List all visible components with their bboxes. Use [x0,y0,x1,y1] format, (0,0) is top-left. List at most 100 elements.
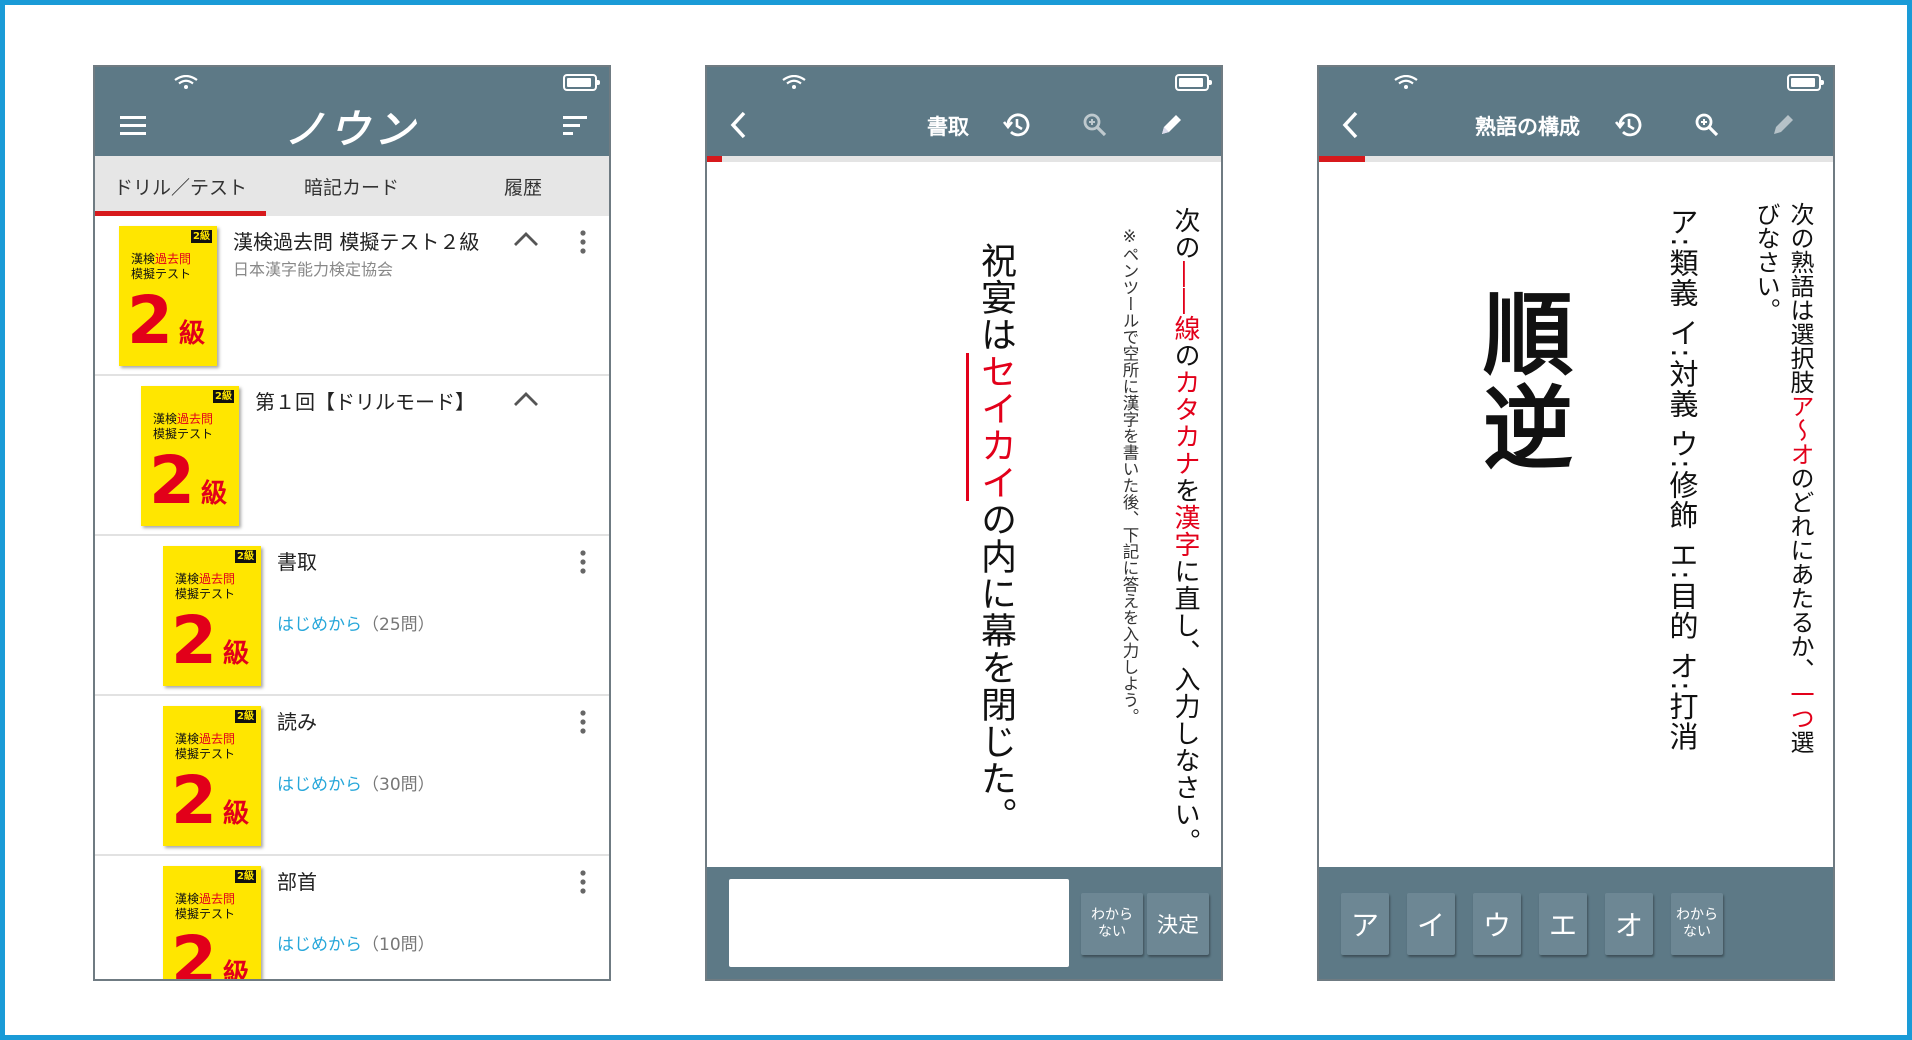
question-sentence: 祝宴はセイカイの内に幕を閉じた。 [966,242,1021,834]
app-header: 書取 [707,67,1221,156]
cover-badge: 2級 [191,230,212,243]
phone-writing-question: 書取 次の――線のカタカナを漢字に直し、入力しなさい。 ※ペンツールで空所に漢字… [705,65,1223,981]
cover-line1: 漢検過去問 [131,252,192,266]
tab-drill-test[interactable]: ドリル／テスト [95,156,266,216]
choice-o-button[interactable]: オ [1605,893,1653,955]
tab-label: ドリル／テスト [113,176,247,199]
more-vertical-icon[interactable] [573,868,593,898]
battery-icon [563,74,600,91]
cover-badge: 2級 [235,710,256,723]
more-vertical-icon[interactable] [573,228,593,258]
item-title: 読み [277,710,317,734]
choice-u-button[interactable]: ウ [1473,893,1521,955]
cover-line1: 漢検過去問 [153,412,214,426]
more-vertical-icon[interactable] [573,548,593,578]
dont-know-button[interactable]: わから ない [1671,893,1723,955]
cover-number: 2 [127,282,173,359]
history-icon[interactable] [1609,105,1649,145]
list-item[interactable]: 2級 漢検過去問 模擬テスト 2 級 漢検過去問 模擬テスト２級 日本漢字能力検… [95,216,609,376]
cover-number: 2 [171,602,217,679]
tab-label: 履歴 [503,176,542,199]
app-header: ノウン [95,67,609,156]
instruction-text: 次の――線のカタカナを漢字に直し、入力しなさい。 [1170,207,1200,855]
cover-badge: 2級 [235,870,256,883]
list-item[interactable]: 2級 漢検過去問 模擬テスト 2 級 第１回【ドリルモード】 [95,376,609,536]
tab-flashcards[interactable]: 暗記カード [266,156,437,216]
navbar: ノウン [95,95,609,156]
list-item[interactable]: 2級 漢検過去問 模擬テスト 2 級 部首 はじめから（10問） [95,856,609,979]
cover-line2: 模擬テスト [153,427,214,441]
chevron-up-icon[interactable] [511,388,541,410]
phone-compound-question: 熟語の構成 次の熟語は選択肢ア～オのどれにあたるか、一つ選 びなさい。 ア:類義 … [1317,65,1835,981]
choice-list: ア:類義 イ:対義 ウ:修飾 エ:目的 オ:打消 [1665,207,1699,752]
status-bar [707,67,1221,95]
wifi-icon [1394,75,1418,89]
tab-history[interactable]: 履歴 [437,156,609,216]
dont-know-button[interactable]: わから ない [1081,893,1143,955]
more-vertical-icon[interactable] [573,708,593,738]
list-item[interactable]: 2級 漢検過去問 模擬テスト 2 級 書取 はじめから（25問） [95,536,609,696]
tab-bar: ドリル／テスト 暗記カード 履歴 [95,156,609,216]
battery-icon [1787,74,1824,91]
target-word: 順逆 [1467,287,1572,475]
battery-icon [1175,74,1212,91]
sort-icon[interactable] [555,105,595,145]
book-cover-image: 2級 漢検過去問 模擬テスト 2 級 [141,386,239,526]
book-cover-image: 2級 漢検過去問 模擬テスト 2 級 [163,546,261,686]
choice-e-button[interactable]: エ [1539,893,1587,955]
chevron-up-icon[interactable] [511,228,541,250]
back-icon[interactable] [1331,105,1371,145]
cover-line2: 模擬テスト [175,587,236,601]
dont-know-label: わから ない [1676,907,1718,940]
cover-badge: 2級 [213,390,234,403]
cover-unit: 級 [223,959,250,979]
answer-input[interactable] [729,879,1069,967]
cover-unit: 級 [223,799,250,829]
choice-i-button[interactable]: イ [1407,893,1455,955]
cover-number: 2 [171,922,217,980]
item-title: 書取 [277,550,317,574]
navbar: 熟語の構成 [1319,95,1833,156]
app-header: 熟語の構成 [1319,67,1833,156]
book-cover-image: 2級 漢検過去問 模擬テスト 2 級 [119,226,217,366]
list-item[interactable]: 2級 漢検過去問 模擬テスト 2 級 読み はじめから（30問） [95,696,609,856]
cover-unit: 級 [223,639,250,669]
cover-line1: 漢検過去問 [175,732,236,746]
app-title: ノウン [284,106,420,153]
pen-icon[interactable] [1151,105,1191,145]
cover-line2: 模擬テスト [175,907,236,921]
cover-number: 2 [171,762,217,839]
progress-fill [707,156,723,162]
book-cover-image: 2級 漢検過去問 模擬テスト 2 級 [163,706,261,846]
tab-label: 暗記カード [303,176,399,199]
item-title: 第１回【ドリルモード】 [255,390,475,414]
cover-line1: 漢検過去問 [175,572,236,586]
back-icon[interactable] [719,105,759,145]
cover-unit: 級 [179,319,206,349]
phone-drill-list: ノウン ドリル／テスト 暗記カード 履歴 2級 漢検過去問 模擬テスト 2 級 … [93,65,611,981]
start-link[interactable]: はじめから（30問） [277,770,435,795]
item-subtitle: 日本漢字能力検定協会 [233,260,394,279]
pen-tool-note: ※ペンツールで空所に漢字を書いた後、下記に答えを入力しよう。 [1120,227,1139,725]
question-progress [1319,156,1833,162]
dont-know-label: わから ない [1091,907,1133,940]
search-icon[interactable] [1075,105,1115,145]
cover-line2: 模擬テスト [175,747,236,761]
book-cover-image: 2級 漢検過去問 模擬テスト 2 級 [163,866,261,979]
cover-number: 2 [149,442,195,519]
cover-unit: 級 [201,479,228,509]
choice-a-button[interactable]: ア [1341,893,1389,955]
search-icon[interactable] [1687,105,1727,145]
status-bar [1319,67,1833,95]
status-bar [95,67,609,95]
item-title: 部首 [277,870,317,894]
choice-bar: ア イ ウ エ オ わから ない [1319,867,1833,979]
cover-line2: 模擬テスト [131,267,192,281]
start-link[interactable]: はじめから（10問） [277,930,435,955]
screen-title: 熟語の構成 [1475,114,1580,139]
pen-icon[interactable] [1763,105,1803,145]
history-icon[interactable] [997,105,1037,145]
submit-button[interactable]: 決定 [1147,893,1209,955]
start-link[interactable]: はじめから（25問） [277,610,435,635]
cover-badge: 2級 [235,550,256,563]
